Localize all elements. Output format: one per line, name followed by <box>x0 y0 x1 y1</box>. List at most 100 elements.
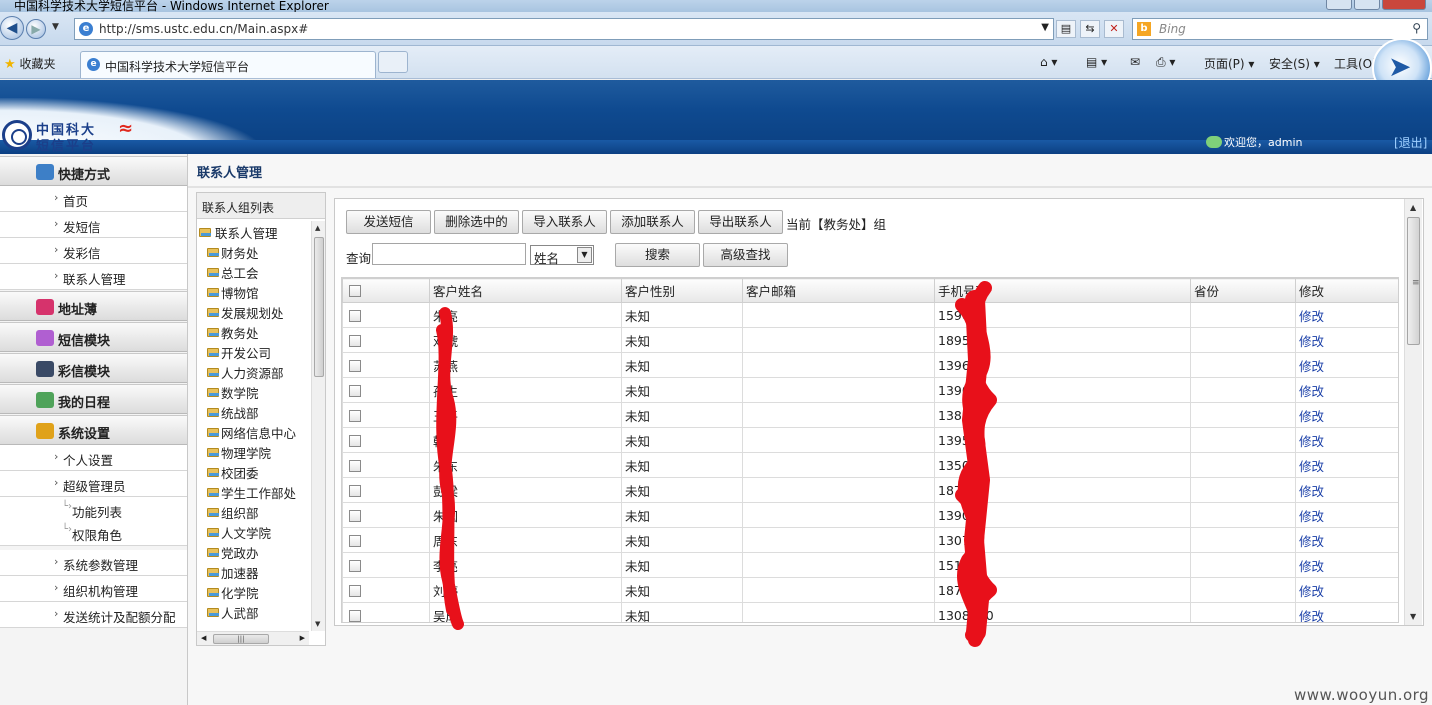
group-vertical-scrollbar[interactable]: ▲ ▼ <box>311 221 325 631</box>
table-row[interactable]: 孙生 未知 1390 修改 <box>342 377 1398 403</box>
edit-link[interactable]: 修改 <box>1295 452 1398 478</box>
table-row[interactable]: 朱国 未知 1390 修改 <box>342 502 1398 528</box>
sidebar-item-super-admin[interactable]: › 超级管理员 <box>0 471 187 497</box>
edit-link[interactable]: 修改 <box>1295 427 1398 453</box>
table-row[interactable]: 吴成 未知 1308390 修改 <box>342 602 1398 622</box>
tree-item-group[interactable]: 总工会 <box>207 263 259 283</box>
print-icon[interactable]: ⎙ ▾ <box>1156 55 1175 70</box>
edit-link[interactable]: 修改 <box>1295 502 1398 528</box>
sidebar-section-address-book[interactable]: 地址薄 <box>0 291 187 321</box>
tree-item-group[interactable]: 人武部 <box>207 603 259 623</box>
row-checkbox[interactable] <box>349 384 361 397</box>
import-contacts-button[interactable]: 导入联系人 <box>522 210 607 234</box>
chevron-down-icon[interactable]: ▼ <box>577 247 592 263</box>
new-tab-button[interactable] <box>378 51 408 73</box>
tab-active[interactable]: e 中国科学技术大学短信平台 <box>80 51 376 78</box>
scroll-thumb[interactable]: ||| <box>213 634 269 644</box>
row-checkbox[interactable] <box>349 334 361 347</box>
minimize-button[interactable] <box>1326 0 1352 10</box>
tree-item-group[interactable]: 人力资源部 <box>207 363 284 383</box>
row-select-cell[interactable] <box>342 577 430 603</box>
scroll-thumb[interactable]: ≡ <box>1407 217 1420 345</box>
row-select-cell[interactable] <box>342 352 430 378</box>
row-checkbox[interactable] <box>349 434 361 447</box>
table-row[interactable]: 周东 未知 1307 修改 <box>342 527 1398 553</box>
tree-item-group[interactable]: 化学院 <box>207 583 259 603</box>
search-box[interactable]: b Bing ⚲ <box>1132 18 1428 40</box>
tree-item-group[interactable]: 发展规划处 <box>207 303 284 323</box>
table-row[interactable]: 彭梁 未知 1875 修改 <box>342 477 1398 503</box>
select-all-header[interactable] <box>342 278 430 303</box>
column-header-email[interactable]: 客户邮箱 <box>742 278 935 303</box>
edit-link[interactable]: 修改 <box>1295 377 1398 403</box>
sidebar-item-home[interactable]: › 首页 <box>0 186 187 212</box>
edit-link[interactable]: 修改 <box>1295 602 1398 622</box>
safety-menu[interactable]: 安全(S) ▾ <box>1269 55 1320 72</box>
feeds-icon[interactable]: ▤ ▾ <box>1086 55 1107 69</box>
row-checkbox[interactable] <box>349 359 361 372</box>
row-select-cell[interactable] <box>342 502 430 528</box>
table-row[interactable]: 邓虓 未知 1895 修改 <box>342 327 1398 353</box>
address-url[interactable]: http://sms.ustc.edu.cn/Main.aspx# <box>99 22 308 36</box>
search-field-select[interactable]: 姓名 ▼ <box>530 245 594 266</box>
refresh-icon[interactable]: ⇆ <box>1080 20 1100 38</box>
table-row[interactable]: 王平 未知 1380 修改 <box>342 402 1398 428</box>
tree-item-group[interactable]: 开发公司 <box>207 343 271 363</box>
sidebar-section-mms[interactable]: 彩信模块 <box>0 353 187 383</box>
delete-selected-button[interactable]: 删除选中的 <box>434 210 519 234</box>
logout-link[interactable]: [退出] <box>1394 134 1427 151</box>
table-row[interactable]: 李亮 未知 1510 修改 <box>342 552 1398 578</box>
sidebar-item-send-sms[interactable]: › 发短信 <box>0 212 187 238</box>
history-dropdown-icon[interactable]: ▼ <box>52 22 59 32</box>
tree-item-group[interactable]: 校团委 <box>207 463 259 483</box>
tree-item-group[interactable]: 物理学院 <box>207 443 271 463</box>
tree-item-group[interactable]: 加速器 <box>207 563 259 583</box>
back-button[interactable]: ◀ <box>0 16 24 40</box>
edit-link[interactable]: 修改 <box>1295 352 1398 378</box>
edit-link[interactable]: 修改 <box>1295 402 1398 428</box>
edit-link[interactable]: 修改 <box>1295 552 1398 578</box>
sidebar-section-schedule[interactable]: 我的日程 <box>0 384 187 414</box>
scroll-left-icon[interactable]: ◀ <box>201 634 206 642</box>
sidebar-item-send-stats[interactable]: › 发送统计及配额分配 <box>0 602 187 628</box>
row-select-cell[interactable] <box>342 427 430 453</box>
table-vertical-scrollbar[interactable]: ▲ ≡ ▼ <box>1404 199 1422 625</box>
address-dropdown-icon[interactable]: ▼ <box>1041 22 1049 33</box>
table-row[interactable]: 刘婷 未知 1875 修改 <box>342 577 1398 603</box>
row-checkbox[interactable] <box>349 459 361 472</box>
scroll-thumb[interactable] <box>314 237 324 377</box>
scroll-down-icon[interactable]: ▼ <box>315 620 320 628</box>
row-select-cell[interactable] <box>342 552 430 578</box>
table-row[interactable]: 苏燕 未知 1396 修改 <box>342 352 1398 378</box>
edit-link[interactable]: 修改 <box>1295 527 1398 553</box>
row-checkbox[interactable] <box>349 584 361 597</box>
row-select-cell[interactable] <box>342 602 430 622</box>
sidebar-item-system-params[interactable]: › 系统参数管理 <box>0 550 187 576</box>
compatibility-view-icon[interactable]: ▤ <box>1056 20 1076 38</box>
row-checkbox[interactable] <box>349 409 361 422</box>
home-icon[interactable]: ⌂ ▾ <box>1040 55 1057 69</box>
tree-item-group[interactable]: 统战部 <box>207 403 259 423</box>
sidebar-item-send-mms[interactable]: › 发彩信 <box>0 238 187 264</box>
table-row[interactable]: 韩未知 1395 修改 <box>342 427 1398 453</box>
edit-link[interactable]: 修改 <box>1295 577 1398 603</box>
row-select-cell[interactable] <box>342 302 430 328</box>
row-checkbox[interactable] <box>349 484 361 497</box>
search-input[interactable] <box>372 243 526 265</box>
search-button[interactable]: 搜索 <box>615 243 700 267</box>
row-checkbox[interactable] <box>349 534 361 547</box>
tree-item-group[interactable]: 学生工作部处 <box>207 483 296 503</box>
tree-item-group[interactable]: 网络信息中心 <box>207 423 296 443</box>
mail-icon[interactable]: ✉ <box>1130 55 1140 69</box>
sidebar-section-sms[interactable]: 短信模块 <box>0 322 187 352</box>
scroll-down-icon[interactable]: ▼ <box>1410 612 1416 621</box>
send-sms-button[interactable]: 发送短信 <box>346 210 431 234</box>
forward-button[interactable]: ▶ <box>26 19 46 39</box>
row-checkbox[interactable] <box>349 559 361 572</box>
scroll-right-icon[interactable]: ▶ <box>300 634 305 642</box>
row-select-cell[interactable] <box>342 452 430 478</box>
export-contacts-button[interactable]: 导出联系人 <box>698 210 783 234</box>
column-header-province[interactable]: 省份 <box>1190 278 1296 303</box>
sidebar-item-personal-settings[interactable]: › 个人设置 <box>0 445 187 471</box>
edit-link[interactable]: 修改 <box>1295 302 1398 328</box>
